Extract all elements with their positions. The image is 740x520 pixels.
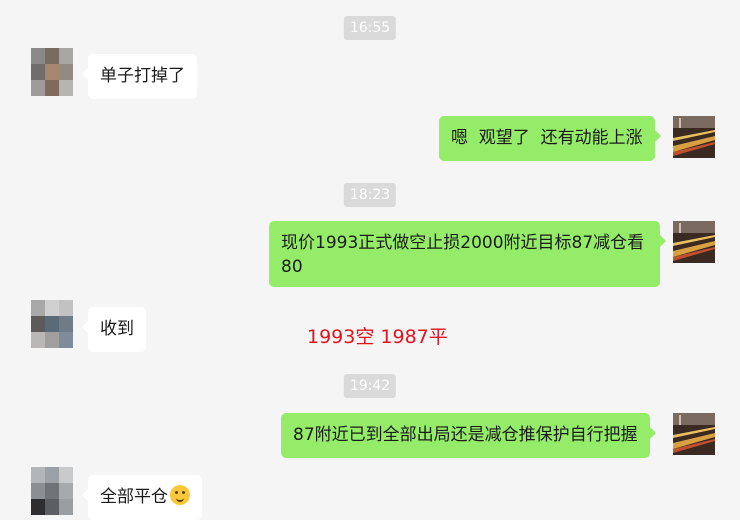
timestamp: 19:42: [343, 374, 397, 398]
avatar[interactable]: [31, 300, 73, 348]
timestamp: 18:23: [343, 183, 397, 207]
annotation-text: 1993空 1987平: [307, 326, 448, 348]
message-bubble[interactable]: 收到: [82, 307, 146, 352]
avatar[interactable]: [673, 413, 715, 455]
message-bubble[interactable]: 现价1993正式做空止损2000附近目标87减仓看80: [269, 221, 666, 287]
avatar[interactable]: [673, 221, 715, 263]
message-bubble[interactable]: 嗯 观望了 还有动能上涨: [439, 116, 661, 161]
message-bubble[interactable]: 单子打掉了: [82, 54, 197, 99]
message-bubble[interactable]: 全部平仓: [82, 475, 202, 520]
thinking-face-emoji-icon: [170, 485, 190, 505]
message-text: 全部平仓: [100, 487, 168, 507]
road-photo-icon: [673, 413, 715, 455]
avatar[interactable]: [31, 467, 73, 515]
timestamp: 16:55: [343, 16, 397, 40]
avatar[interactable]: [673, 116, 715, 158]
avatar[interactable]: [31, 48, 73, 96]
road-photo-icon: [673, 116, 715, 158]
message-bubble[interactable]: 87附近已到全部出局还是减仓推保护自行把握: [281, 413, 656, 458]
road-photo-icon: [673, 221, 715, 263]
